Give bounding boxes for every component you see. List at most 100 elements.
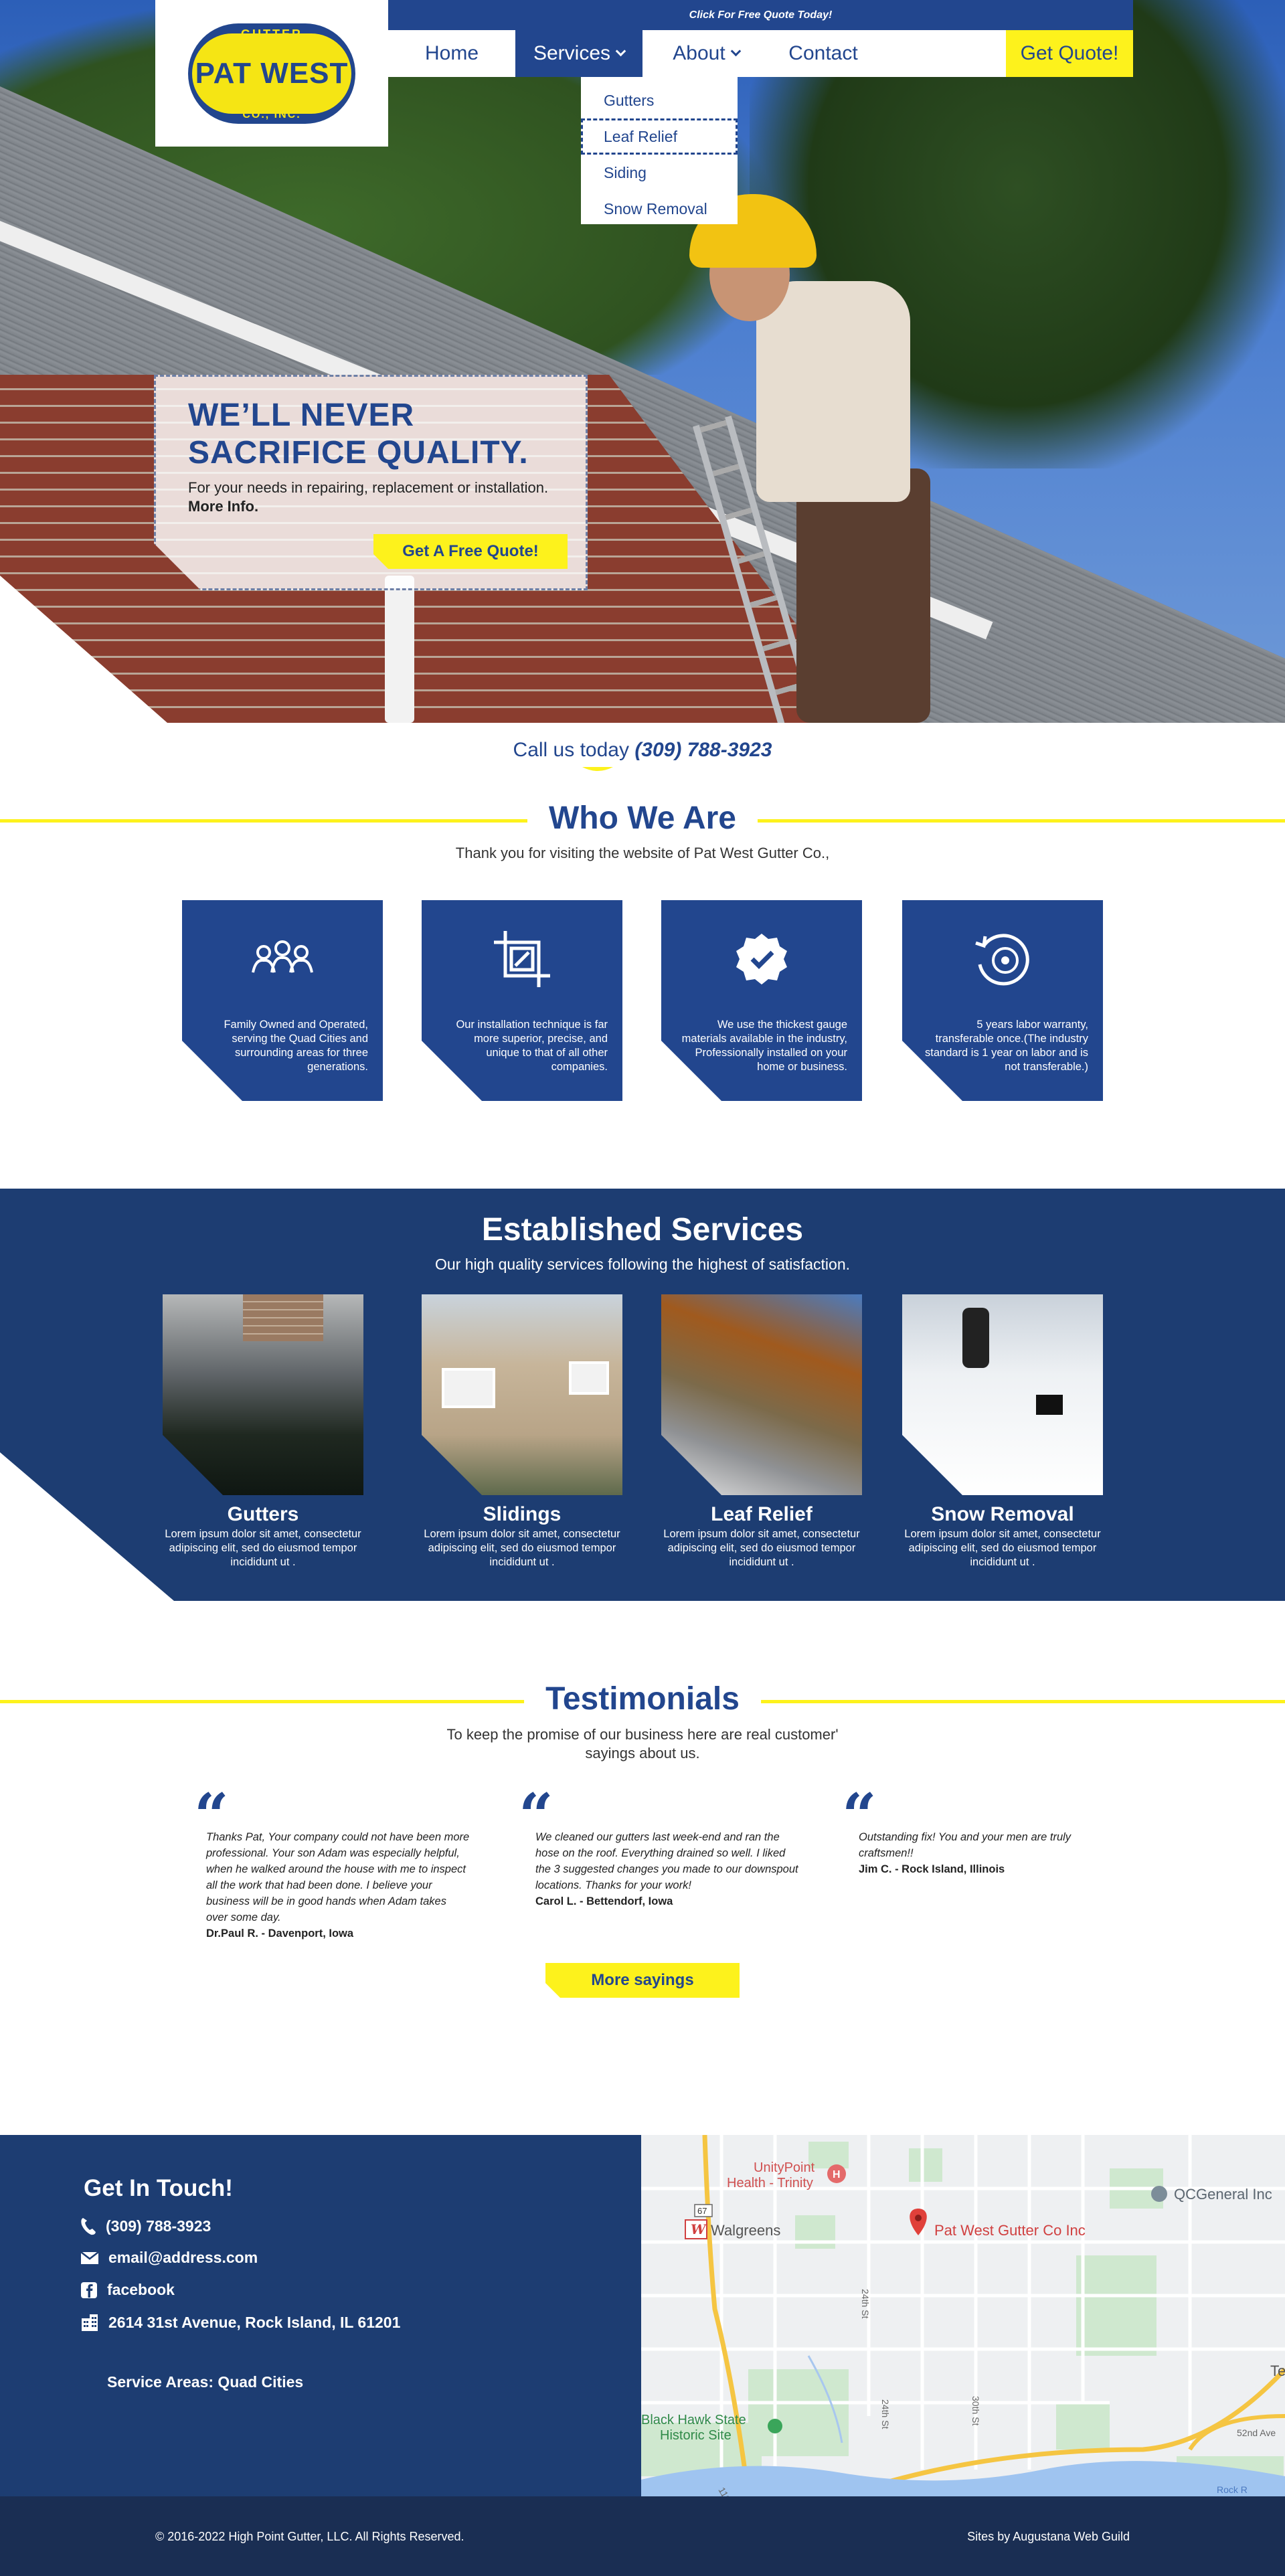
feature-card-materials: We use the thickest gauge materials avai… — [661, 900, 862, 1101]
nav-home-label: Home — [424, 42, 479, 64]
service-card-snow-removal[interactable] — [902, 1294, 1103, 1495]
hero-title: WE’LL NEVER SACRIFICE QUALITY. — [188, 397, 553, 472]
who-we-are-header: Who We Are — [0, 800, 1285, 840]
logo-bottom-text: CO., INC. — [242, 108, 301, 120]
services-dropdown: Gutters Leaf Relief Siding Snow Removal — [581, 77, 738, 224]
call-us: Call us today (309) 788-3923 — [0, 739, 1285, 771]
map-label-hospital-line1: UnityPoint — [754, 2160, 815, 2175]
free-quote-banner-text: Click For Free Quote Today! — [689, 9, 833, 21]
map-label-road3: 30th St — [970, 2396, 981, 2425]
service-name-snow-removal[interactable]: Snow Removal — [902, 1503, 1103, 1526]
services-subtitle: Our high quality services following the … — [434, 1256, 851, 1273]
chevron-down-icon — [615, 46, 626, 56]
service-card-leaf-relief[interactable] — [661, 1294, 862, 1495]
service-name-slidings[interactable]: Slidings — [422, 1503, 622, 1526]
dropdown-item-gutters[interactable]: Gutters — [581, 82, 738, 118]
contact-title: Get In Touch! — [84, 2175, 233, 2201]
map-label-edge: Te — [1270, 2363, 1285, 2379]
map-label-marker[interactable]: Pat West Gutter Co Inc — [934, 2222, 1086, 2239]
call-phone-link[interactable]: (309) 788-3923 — [634, 739, 772, 761]
testimonial-2-author: Carol L. - Bettendorf, Iowa — [535, 1895, 673, 1907]
testimonial-3-author: Jim C. - Rock Island, Illinois — [859, 1863, 1005, 1875]
contact-address[interactable]: 2614 31st Avenue, Rock Island, IL 61201 — [80, 2313, 400, 2332]
services-title: Established Services — [481, 1212, 804, 1248]
service-desc-snow-removal: Lorem ipsum dolor sit amet, consectetur … — [904, 1528, 1101, 1568]
family-icon — [252, 940, 313, 973]
testimonial-3: Outstanding fix! You and your men are tr… — [859, 1829, 1123, 1877]
crop-tool-icon — [494, 931, 550, 987]
service-desc-gutters: Lorem ipsum dolor sit amet, consectetur … — [165, 1528, 361, 1568]
footer-credit-link[interactable]: Sites by Augustana Web Guild — [967, 2530, 1130, 2544]
location-map[interactable]: H UnityPoint Health - Trinity QCGeneral … — [641, 2135, 1285, 2496]
map-label-park-line2: Historic Site — [660, 2428, 732, 2443]
feature-text-materials: We use the thickest gauge materials avai… — [681, 1019, 847, 1073]
dropdown-item-leaf-relief[interactable]: Leaf Relief — [581, 118, 738, 155]
nav-about[interactable]: About — [642, 30, 770, 77]
hero-free-quote-button[interactable]: Get A Free Quote! — [373, 534, 568, 569]
service-card-slidings[interactable] — [422, 1294, 622, 1495]
testimonials-subtitle: To keep the promise of our business here… — [0, 1725, 1285, 1763]
hero-subtitle: For your needs in repairing, replacement… — [188, 479, 553, 516]
dropdown-item-siding[interactable]: Siding — [581, 155, 738, 191]
service-card-gutters[interactable] — [163, 1294, 363, 1495]
testimonial-3-text: Outstanding fix! You and your men are tr… — [859, 1831, 1072, 1859]
contact-email-text: email@address.com — [108, 2249, 258, 2266]
svg-text:H: H — [833, 2169, 841, 2180]
map-label-pharmacy: Walgreens — [711, 2222, 780, 2239]
logo-main-text: PAT WEST — [195, 56, 349, 90]
who-we-are-subtitle: Thank you for visiting the website of Pa… — [455, 845, 830, 861]
map-label-park-line1: Black Hawk State — [641, 2413, 746, 2427]
more-info-link[interactable]: More Info. — [188, 498, 258, 515]
hero-title-line1: WE’LL NEVER — [188, 398, 415, 433]
call-underline-accent — [582, 767, 613, 771]
contact-facebook-text: facebook — [107, 2281, 175, 2298]
mail-icon — [80, 2251, 99, 2264]
testimonials-header: Testimonials — [0, 1681, 1285, 1721]
map-label-road4: 52nd Ave — [1237, 2427, 1276, 2438]
testimonial-2-text: We cleaned our gutters last week-end and… — [535, 1831, 798, 1891]
feature-text-technique: Our installation technique is far more s… — [456, 1019, 608, 1073]
facebook-icon — [81, 2282, 97, 2298]
nav-home[interactable]: Home — [388, 30, 515, 77]
footer-copyright: © 2016-2022 High Point Gutter, LLC. All … — [155, 2530, 464, 2543]
testimonial-1-author: Dr.Paul R. - Davenport, Iowa — [206, 1927, 354, 1940]
testimonial-1-text: Thanks Pat, Your company could not have … — [206, 1831, 470, 1923]
testimonial-2: We cleaned our gutters last week-end and… — [535, 1829, 800, 1909]
logo[interactable]: GUTTER PAT WEST CO., INC. — [155, 0, 388, 147]
map-label-highway: 67 — [697, 2206, 707, 2216]
contact-email[interactable]: email@address.com — [80, 2249, 258, 2267]
nav-contact-label: Contact — [788, 42, 858, 64]
contact-phone[interactable]: (309) 788-3923 — [80, 2217, 211, 2235]
service-name-gutters[interactable]: Gutters — [163, 1503, 363, 1526]
call-prefix: Call us today — [513, 739, 629, 761]
more-sayings-button[interactable]: More sayings — [545, 1963, 740, 1998]
more-sayings-label: More sayings — [591, 1971, 694, 1989]
dropdown-item-snow-removal[interactable]: Snow Removal — [581, 191, 738, 227]
hero-button-label: Get A Free Quote! — [402, 542, 539, 560]
contact-facebook[interactable]: facebook — [80, 2281, 175, 2299]
contact-panel: Get In Touch! (309) 788-3923 email@addre… — [0, 2135, 641, 2496]
nav-quote-label: Get Quote! — [1020, 42, 1119, 64]
service-desc-leaf-relief: Lorem ipsum dolor sit amet, consectetur … — [663, 1528, 860, 1568]
hero-subtitle-text: For your needs in repairing, replacement… — [188, 479, 549, 496]
feature-card-warranty: 5 years labor warranty, transferable onc… — [902, 900, 1103, 1101]
feature-card-technique: Our installation technique is far more s… — [422, 900, 622, 1101]
building-icon — [82, 2314, 98, 2331]
nav-services[interactable]: Services — [515, 30, 642, 77]
nav-contact[interactable]: Contact — [770, 30, 877, 77]
hero-title-line2: SACRIFICE QUALITY. — [188, 435, 529, 470]
feature-text-family: Family Owned and Operated, serving the Q… — [224, 1019, 368, 1073]
contact-address-text: 2614 31st Avenue, Rock Island, IL 61201 — [108, 2313, 401, 2331]
svg-text:W: W — [691, 2221, 707, 2237]
free-quote-banner[interactable]: Click For Free Quote Today! — [388, 0, 1133, 30]
map-canvas[interactable]: H UnityPoint Health - Trinity QCGeneral … — [641, 2135, 1285, 2496]
footer: © 2016-2022 High Point Gutter, LLC. All … — [0, 2496, 1285, 2576]
nav-get-quote-button[interactable]: Get Quote! — [1006, 30, 1133, 77]
service-name-leaf-relief[interactable]: Leaf Relief — [661, 1503, 862, 1526]
service-areas: Service Areas: Quad Cities — [107, 2373, 304, 2391]
verified-badge-icon — [736, 934, 787, 984]
testimonial-1: Thanks Pat, Your company could not have … — [206, 1829, 470, 1942]
map-label-road2: 24th St — [880, 2399, 891, 2429]
who-we-are-title: Who We Are — [527, 800, 758, 837]
phone-icon — [81, 2218, 96, 2235]
